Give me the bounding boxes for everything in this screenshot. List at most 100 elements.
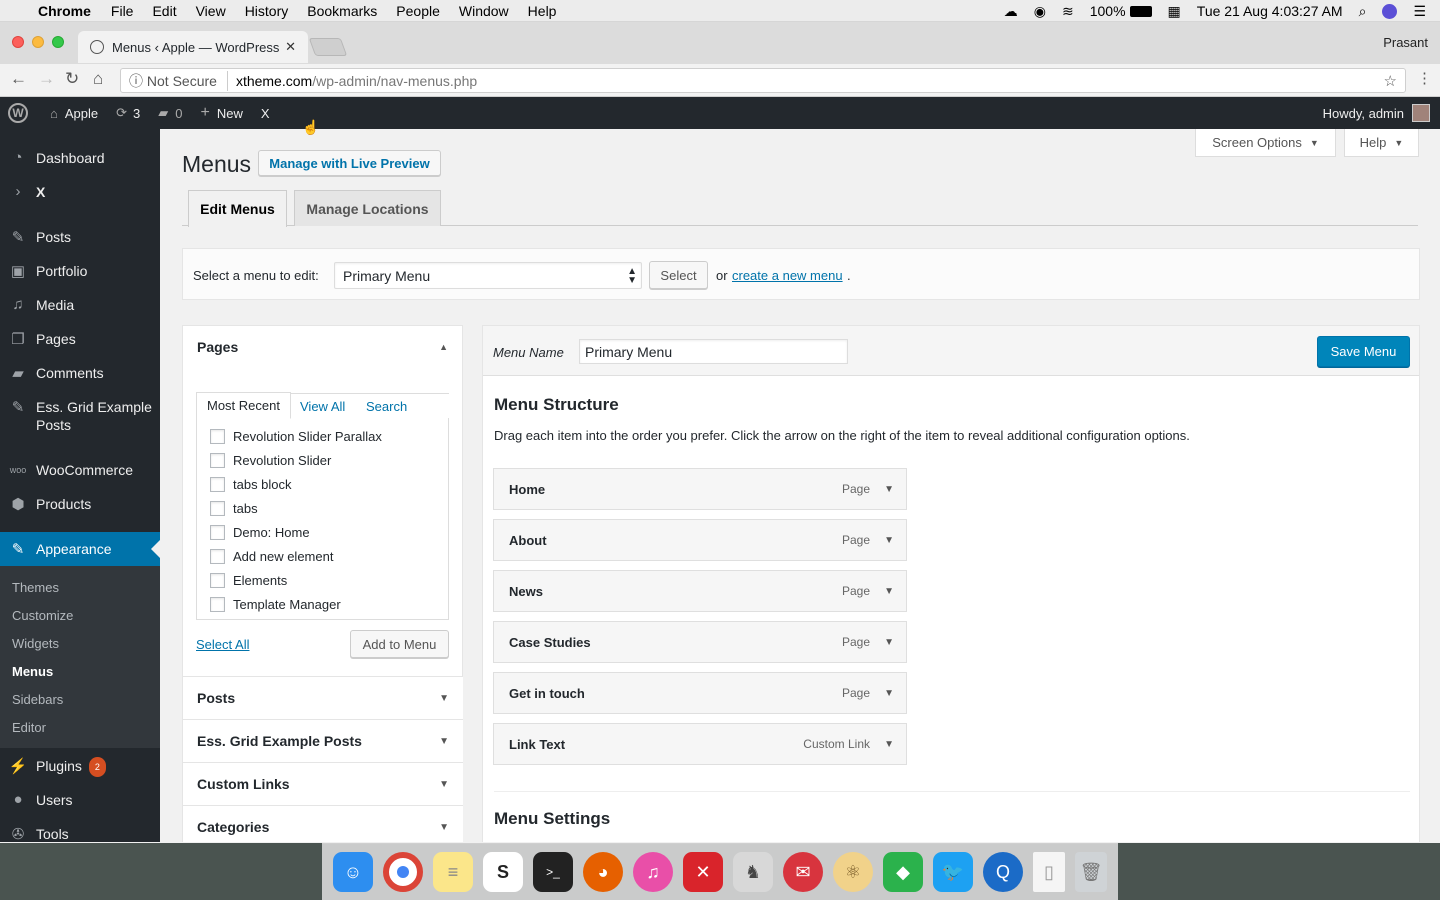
notes-icon[interactable]: ≡ xyxy=(433,852,473,892)
new-tab-button[interactable] xyxy=(308,38,348,56)
crossover-icon[interactable]: ✕ xyxy=(683,852,723,892)
sidebar-item-media[interactable]: ♫ Media xyxy=(0,296,160,314)
submenu-menus[interactable]: Menus xyxy=(12,664,53,679)
menu-view[interactable]: View xyxy=(196,3,226,19)
sidebar-item-dashboard[interactable]: ◔ Dashboard xyxy=(0,149,160,167)
sidebar-item-x[interactable]: › X xyxy=(0,183,160,201)
menu-item-link-text[interactable]: Link Text Custom Link ▼ xyxy=(493,723,907,765)
list-item[interactable]: Demo: Home xyxy=(210,520,448,544)
calendar-icon[interactable]: ▦ xyxy=(1168,3,1181,20)
close-window-icon[interactable] xyxy=(12,36,24,48)
caret-down-icon[interactable]: ▼ xyxy=(884,484,894,495)
sidebar-item-tools[interactable]: ✇ Tools xyxy=(0,825,160,843)
site-name-link[interactable]: ⌂ Apple xyxy=(50,106,98,121)
sidebar-item-portfolio[interactable]: ▣ Portfolio xyxy=(0,262,160,280)
tab-edit-menus[interactable]: Edit Menus xyxy=(188,190,287,227)
add-to-menu-button[interactable]: Add to Menu xyxy=(350,630,449,658)
menu-item-case-studies[interactable]: Case Studies Page ▼ xyxy=(493,621,907,663)
app-menu-chrome[interactable]: Chrome xyxy=(38,3,91,19)
wordpress-logo-icon[interactable]: W xyxy=(8,103,28,123)
select-button[interactable]: Select xyxy=(649,261,708,289)
updates-link[interactable]: ⟳ 3 xyxy=(116,105,140,121)
new-content-link[interactable]: + New xyxy=(200,104,242,122)
wifi-icon[interactable]: ≋ xyxy=(1062,3,1074,20)
pages-accordion-header[interactable]: Pages ▲ xyxy=(183,326,462,368)
list-item[interactable]: Revolution Slider Parallax xyxy=(210,424,448,448)
sidebar-item-comments[interactable]: ▰ Comments xyxy=(0,364,160,382)
reload-icon[interactable]: ↻ xyxy=(65,69,79,89)
siri-icon[interactable] xyxy=(1382,3,1398,19)
clock[interactable]: Tue 21 Aug 4:03:27 AM xyxy=(1197,3,1343,19)
save-menu-button[interactable]: Save Menu xyxy=(1317,336,1410,367)
checkbox[interactable] xyxy=(210,548,225,564)
atom-icon[interactable]: ⚛ xyxy=(833,852,873,892)
checkbox[interactable] xyxy=(210,476,225,492)
menu-item-about[interactable]: About Page ▼ xyxy=(493,519,907,561)
chrome-menu-icon[interactable]: ⋮ xyxy=(1417,69,1432,87)
tab-most-recent[interactable]: Most Recent xyxy=(196,392,291,419)
sidebar-item-products[interactable]: ⬢ Products xyxy=(0,495,160,513)
menu-edit[interactable]: Edit xyxy=(152,3,176,19)
list-item[interactable]: Elements xyxy=(210,568,448,592)
sidebar-item-woocommerce[interactable]: woo WooCommerce xyxy=(0,461,160,479)
not-secure-indicator[interactable]: ⓘ Not Secure xyxy=(121,70,228,91)
submenu-sidebars[interactable]: Sidebars xyxy=(12,692,63,707)
notification-center-icon[interactable]: ☰ xyxy=(1413,3,1426,20)
minimize-window-icon[interactable] xyxy=(32,36,44,48)
sidebar-item-pages[interactable]: ❐ Pages xyxy=(0,330,160,348)
caret-down-icon[interactable]: ▼ xyxy=(884,535,894,546)
back-icon[interactable]: ← xyxy=(10,69,27,89)
list-item[interactable]: tabs block xyxy=(210,472,448,496)
checkbox[interactable] xyxy=(210,572,225,588)
checkbox[interactable] xyxy=(210,500,225,516)
finder-icon[interactable]: ☺ xyxy=(333,852,373,892)
bookmark-star-icon[interactable]: ☆ xyxy=(1384,72,1397,90)
submenu-widgets[interactable]: Widgets xyxy=(12,636,59,651)
menu-window[interactable]: Window xyxy=(459,3,509,19)
menu-item-get-in-touch[interactable]: Get in touch Page ▼ xyxy=(493,672,907,714)
browser-tab[interactable]: Menus ‹ Apple — WordPress ✕ xyxy=(78,31,308,63)
my-account-link[interactable]: Howdy, admin xyxy=(1323,97,1430,129)
submenu-themes[interactable]: Themes xyxy=(12,580,59,595)
submenu-customize[interactable]: Customize xyxy=(12,608,73,623)
omnibox[interactable]: ⓘ Not Secure xtheme.com/wp-admin/nav-men… xyxy=(120,68,1406,93)
tab-search[interactable]: Search xyxy=(366,399,407,414)
comments-link[interactable]: ▰ 0 xyxy=(158,105,182,121)
maximize-window-icon[interactable] xyxy=(52,36,64,48)
menu-people[interactable]: People xyxy=(396,3,440,19)
list-item[interactable]: Template Manager xyxy=(210,592,448,616)
help-button[interactable]: Help ▼ xyxy=(1344,129,1419,157)
caret-down-icon[interactable]: ▼ xyxy=(884,637,894,648)
itunes-icon[interactable]: ♫ xyxy=(633,852,673,892)
create-new-menu-link[interactable]: create a new menu xyxy=(732,268,843,283)
spotlight-icon[interactable]: ⌕ xyxy=(1359,3,1367,20)
forward-icon[interactable]: → xyxy=(38,69,55,89)
menu-item-home[interactable]: Home Page ▼ xyxy=(493,468,907,510)
terminal-icon[interactable]: >_ xyxy=(533,852,573,892)
caret-down-icon[interactable]: ▼ xyxy=(884,739,894,750)
x-theme-link[interactable]: X xyxy=(261,106,270,121)
airmail-icon[interactable]: ✉ xyxy=(783,852,823,892)
firefox-icon[interactable]: ◕ xyxy=(583,852,623,892)
sidebar-item-appearance[interactable]: ✎ Appearance xyxy=(0,540,160,558)
list-item[interactable]: Add new element xyxy=(210,544,448,568)
feedly-icon[interactable]: ◆ xyxy=(883,852,923,892)
list-item[interactable]: tabs xyxy=(210,496,448,520)
checkbox[interactable] xyxy=(210,524,225,540)
menu-select-dropdown[interactable]: Primary Menu ▲ ▼ xyxy=(334,262,642,289)
record-icon[interactable]: ◉ xyxy=(1034,3,1046,20)
battery-percent[interactable]: 100% xyxy=(1090,3,1126,19)
sidebar-item-users[interactable]: ● Users xyxy=(0,791,160,809)
sequel-pro-icon[interactable]: ♞ xyxy=(733,852,773,892)
close-tab-icon[interactable]: ✕ xyxy=(285,39,296,55)
trash-icon[interactable]: 🗑 xyxy=(1075,852,1107,892)
menu-file[interactable]: File xyxy=(111,3,134,19)
sidebar-item-plugins[interactable]: ⚡ Plugins 2 xyxy=(0,757,160,778)
chrome-icon[interactable] xyxy=(383,852,423,892)
checkbox[interactable] xyxy=(210,428,225,444)
menu-item-news[interactable]: News Page ▼ xyxy=(493,570,907,612)
sidebar-item-ess-grid[interactable]: ✎ Ess. Grid Example Posts xyxy=(0,398,160,434)
sketch-icon[interactable]: S xyxy=(483,852,523,892)
manage-live-preview-button[interactable]: Manage with Live Preview xyxy=(258,150,441,176)
cloud-icon[interactable]: ☁ xyxy=(1004,3,1018,20)
